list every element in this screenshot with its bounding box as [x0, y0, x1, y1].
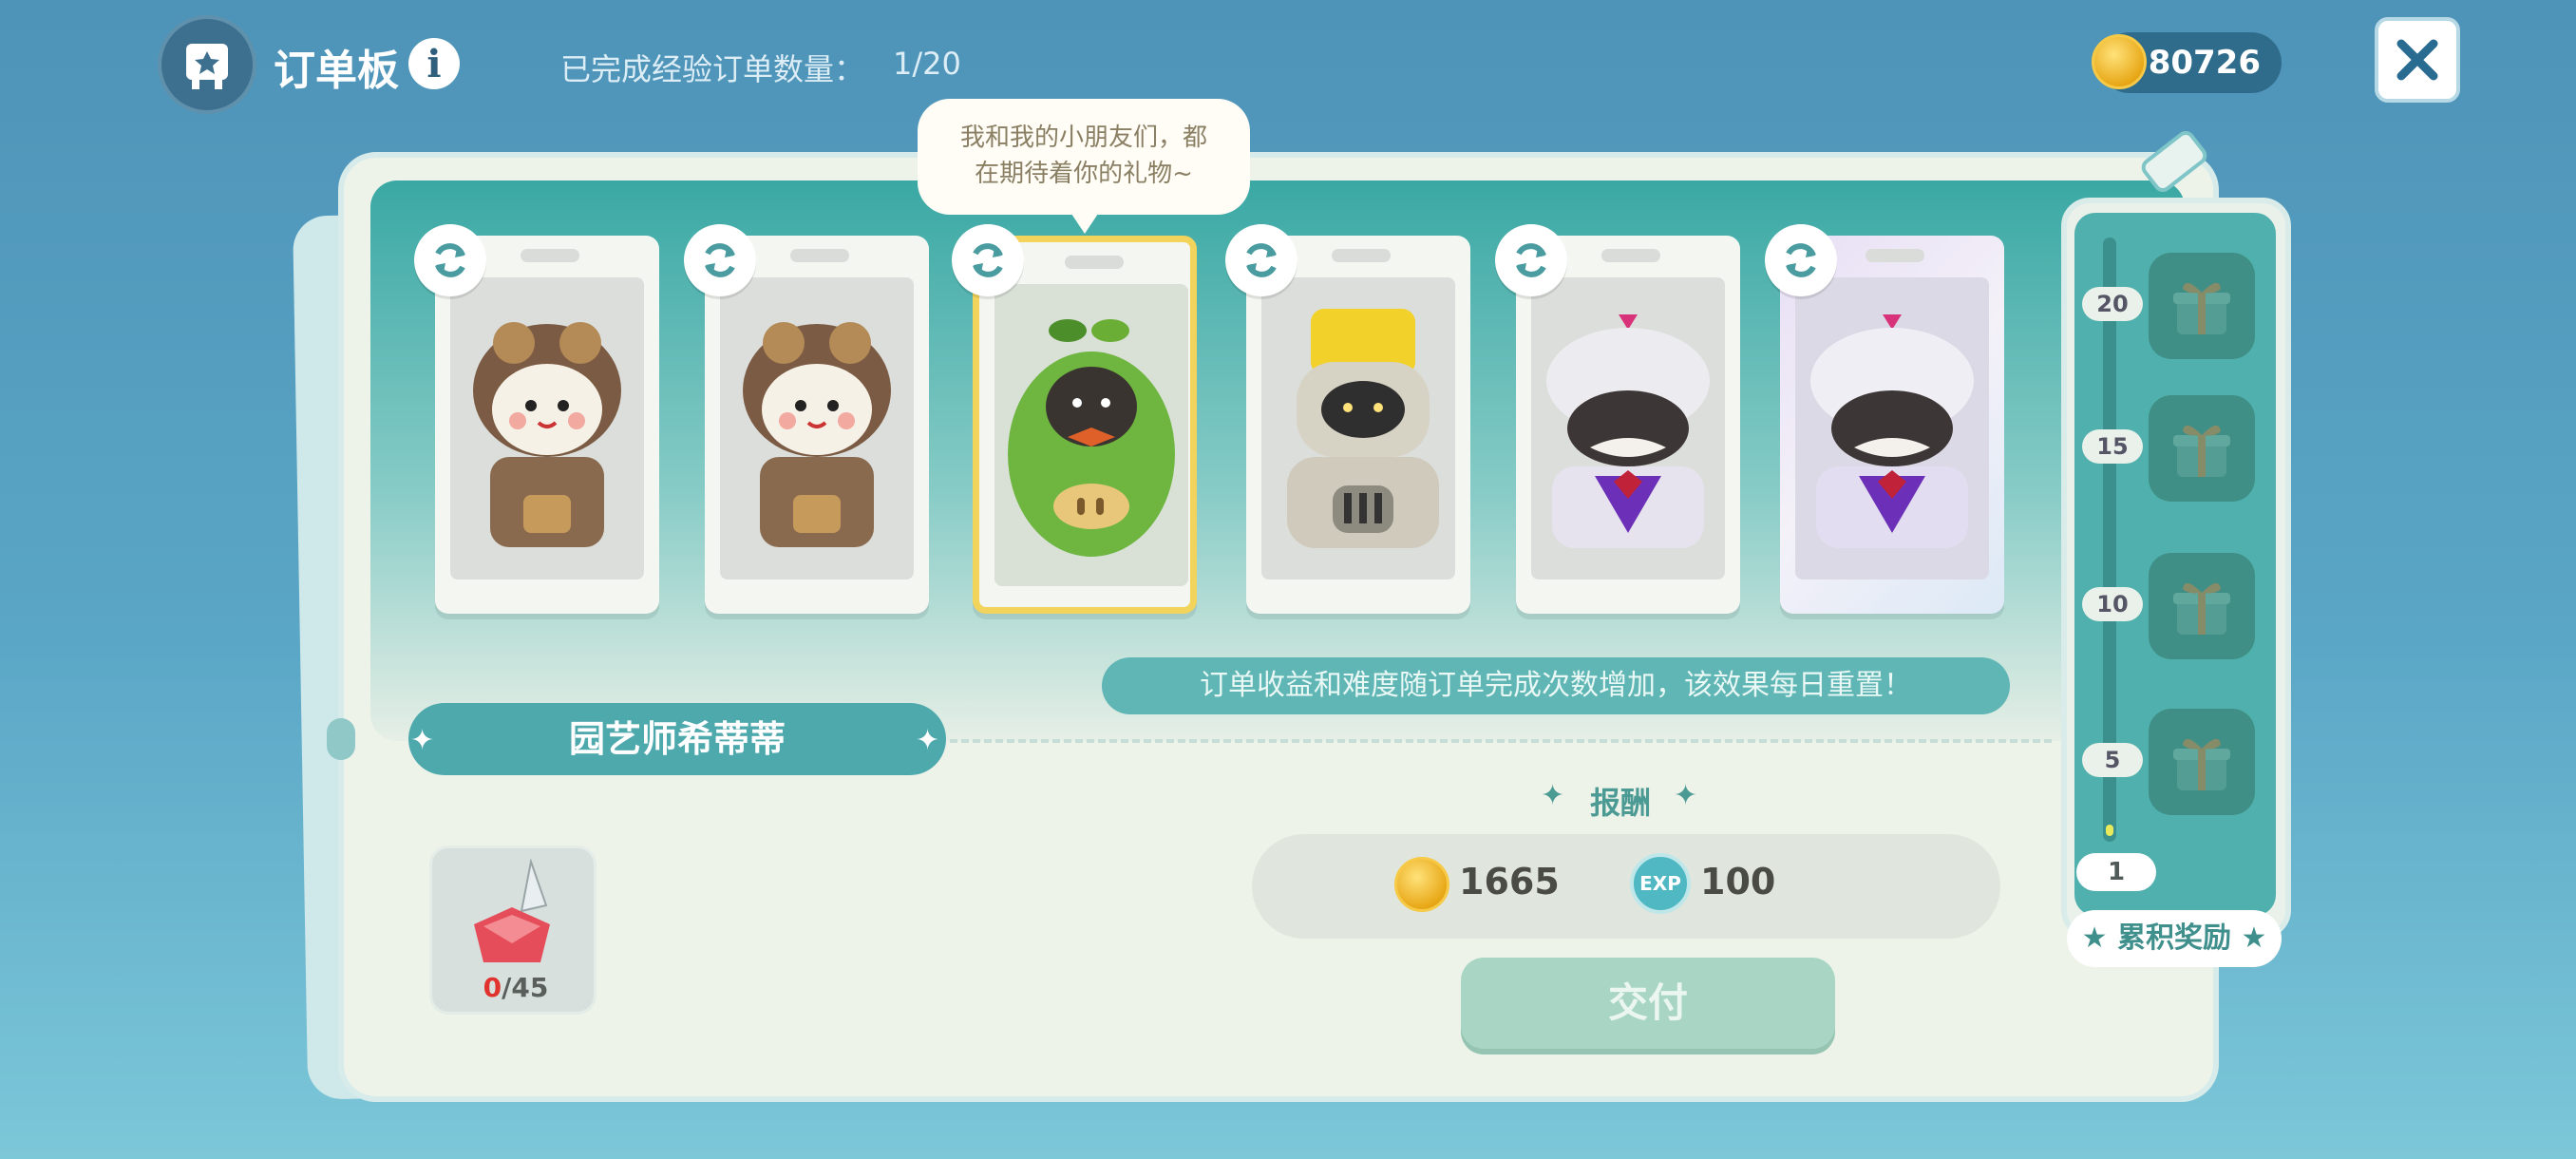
refresh-icon — [435, 243, 465, 277]
sparkle-icon: ✦ — [1541, 779, 1565, 812]
milestone-reward-button[interactable] — [2149, 553, 2255, 659]
refresh-order-button[interactable] — [684, 224, 756, 296]
card-clip — [1332, 249, 1391, 262]
close-button[interactable] — [2375, 17, 2460, 103]
aviator-bunny-icon — [743, 322, 891, 547]
milestone-label: 15 — [2082, 429, 2143, 464]
npc-speech-bubble: 我和我的小朋友们，都 在期待着你的礼物~ — [918, 99, 1250, 215]
reward-title: 报酬 — [1590, 785, 1652, 821]
completed-orders-value: 1/20 — [893, 46, 961, 82]
order-card-2[interactable] — [705, 236, 929, 614]
red-crystal-icon — [474, 858, 550, 962]
order-card-1[interactable] — [435, 236, 659, 614]
exp-icon: EXP — [1630, 853, 1691, 914]
bubble-line-1: 我和我的小朋友们，都 — [959, 124, 1207, 152]
bubble-line-2: 在期待着你的礼物~ — [975, 160, 1193, 188]
gift-box-icon — [2173, 738, 2230, 790]
completed-orders-label: 已完成经验订单数量： — [560, 51, 865, 87]
gift-box-icon — [2173, 282, 2230, 334]
royal-mustache-icon — [1546, 314, 1710, 548]
character-portrait — [1261, 277, 1455, 580]
card-clip — [790, 249, 849, 262]
panel-notch — [327, 718, 355, 760]
refresh-order-button[interactable] — [414, 224, 486, 296]
milestone-label: 20 — [2082, 287, 2143, 321]
info-button[interactable]: i — [408, 38, 460, 89]
reward-exp-amount: 100 — [1700, 861, 1776, 902]
item-required-count: /45 — [502, 972, 549, 1003]
coin-balance-value: 80726 — [2148, 44, 2261, 82]
order-board-icon — [158, 15, 256, 114]
milestone-reward-button[interactable] — [2149, 709, 2255, 815]
reward-panel — [1252, 834, 2000, 939]
card-clip — [521, 249, 579, 262]
refresh-icon — [973, 243, 1003, 277]
character-portrait — [1531, 277, 1725, 580]
milestone-reward-button[interactable] — [2149, 253, 2255, 359]
aviator-bunny-icon — [473, 322, 621, 547]
leaf-sprout-icon — [1008, 319, 1175, 557]
sparkle-icon: ✦ — [916, 724, 940, 757]
character-portrait — [994, 284, 1188, 586]
coin-icon — [1394, 857, 1449, 912]
order-card-3-selected[interactable] — [973, 236, 1197, 614]
order-hint: 订单收益和难度随订单完成次数增加，该效果每日重置！ — [1102, 657, 2010, 714]
cumulative-reward-label[interactable]: ★ 累积奖励 ★ — [2067, 910, 2282, 967]
cumulative-reward-text: 累积奖励 — [2117, 922, 2231, 955]
refresh-icon — [1246, 243, 1277, 277]
required-item-slot[interactable]: 0/45 — [429, 846, 597, 1015]
card-clip — [1866, 249, 1924, 262]
character-portrait — [720, 277, 914, 580]
refresh-order-button[interactable] — [952, 224, 1024, 296]
close-icon — [2396, 39, 2438, 81]
refresh-icon — [1516, 243, 1546, 277]
divider — [950, 739, 2052, 743]
board-glyph-icon — [186, 44, 228, 89]
refresh-order-button[interactable] — [1765, 224, 1837, 296]
sparkle-icon: ✦ — [1674, 779, 1698, 812]
gift-box-icon — [2173, 582, 2230, 635]
milestone-label: 10 — [2082, 587, 2143, 621]
reward-coin-amount: 1665 — [1459, 861, 1560, 902]
character-portrait — [450, 277, 644, 580]
card-clip — [1601, 249, 1660, 262]
order-card-5[interactable] — [1516, 236, 1740, 614]
current-progress-value: 1 — [2076, 853, 2156, 891]
character-portrait — [1795, 277, 1989, 580]
royal-mustache-shiny-icon — [1810, 314, 1974, 548]
page-title: 订单板 — [274, 47, 399, 95]
paint-bucket-robot-icon — [1287, 309, 1439, 548]
refresh-icon — [705, 243, 735, 277]
refresh-order-button[interactable] — [1225, 224, 1297, 296]
required-item-count: 0/45 — [432, 972, 599, 1003]
progress-fill — [2106, 825, 2113, 836]
bubble-tail — [1070, 211, 1100, 234]
deliver-button[interactable]: 交付 — [1461, 958, 1835, 1049]
refresh-order-button[interactable] — [1495, 224, 1567, 296]
item-owned-count: 0 — [483, 972, 502, 1003]
npc-name-banner: 园艺师希蒂蒂 — [408, 703, 946, 775]
order-card-4[interactable] — [1246, 236, 1470, 614]
refresh-icon — [1786, 243, 1816, 277]
milestone-label: 5 — [2082, 743, 2143, 777]
card-clip — [1065, 256, 1124, 269]
milestone-reward-button[interactable] — [2149, 395, 2255, 502]
gift-box-icon — [2173, 425, 2230, 477]
coin-icon — [2092, 34, 2147, 89]
sparkle-icon: ✦ — [410, 724, 435, 757]
